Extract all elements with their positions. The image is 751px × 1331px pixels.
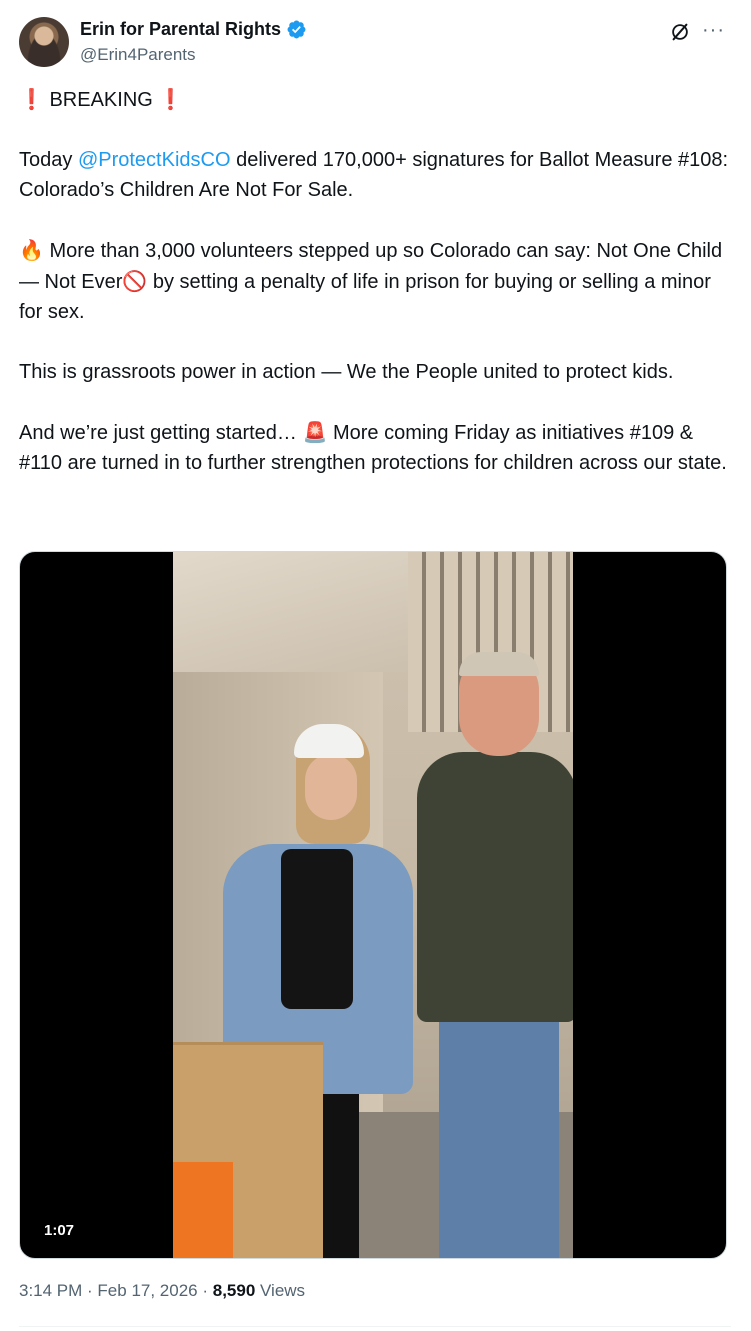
author-name-row[interactable]: Erin for Parental Rights [80,19,307,40]
tweet-meta: 3:14 PM · Feb 17, 2026 · 8,590 Views [19,1281,305,1301]
tweet-paragraph-coming: And we’re just getting started… 🚨 More c… [19,417,731,478]
more-icon[interactable]: ··· [702,19,725,41]
exclamation-icon: ❗ [158,89,184,111]
tweet-paragraph-breaking: ❗ BREAKING ❗ [19,85,731,115]
breaking-label: BREAKING [43,89,159,111]
text-segment: Today [19,149,78,171]
tweet-header: Erin for Parental Rights @Erin4Parents ·… [19,17,731,69]
background-ceiling [173,552,413,672]
siren-icon: 🚨 [302,420,328,444]
views-label: Views [255,1281,306,1300]
meta-separator: · [82,1281,98,1300]
tweet-time[interactable]: 3:14 PM [19,1281,82,1300]
video-duration-badge: 1:07 [36,1219,83,1242]
tweet-paragraph-grassroots: This is grassroots power in action — We … [19,357,731,387]
man-jeans [439,1022,559,1258]
prohibited-icon: 🚫 [122,269,148,293]
tweet-text: ❗ BREAKING ❗ Today @ProtectKidsCO delive… [19,85,731,478]
tweet-date[interactable]: Feb 17, 2026 [97,1281,197,1300]
man-vest [417,752,573,1022]
meta-separator: · [197,1281,213,1300]
video-player[interactable]: 1:07 [19,551,727,1259]
person-man [409,652,573,1258]
grok-icon[interactable] [669,21,691,43]
woman-cap [294,724,364,758]
woman-face [305,754,357,820]
box-logo [173,1162,233,1258]
verified-badge-icon [287,20,306,39]
views-count: 8,590 [212,1281,256,1300]
video-thumbnail[interactable] [173,552,573,1258]
exclamation-icon: ❗ [19,89,44,111]
fire-icon: 🔥 [19,238,44,262]
mention-link[interactable]: @ProtectKidsCO [78,149,231,171]
man-hair [459,652,539,676]
author-handle[interactable]: @Erin4Parents [80,45,196,65]
tweet-paragraph-volunteers: 🔥 More than 3,000 volunteers stepped up … [19,235,731,327]
woman-shirt [281,849,353,1009]
avatar[interactable] [19,17,69,67]
display-name[interactable]: Erin for Parental Rights [80,19,281,40]
tweet-paragraph-signatures: Today @ProtectKidsCO delivered 170,000+ … [19,145,731,205]
divider [19,1326,731,1327]
text-segment: And we’re just getting started… [19,422,303,444]
text-segment: This is grassroots power in action — We … [19,361,674,383]
